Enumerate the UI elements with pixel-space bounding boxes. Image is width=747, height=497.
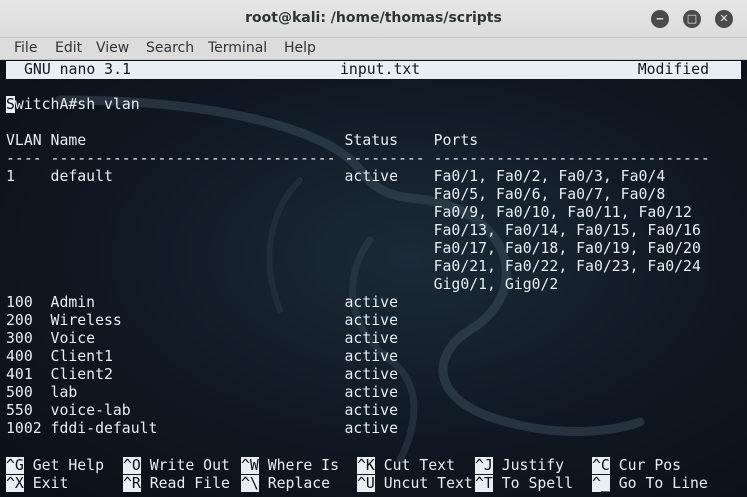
text-line[interactable]: 1002 fddi-default active (6, 420, 398, 438)
shortcut-replace[interactable]: ^\ Replace (241, 475, 330, 493)
window-title: root@kali: /home/thomas/scripts (245, 10, 502, 26)
minimize-button[interactable]: ‒ (651, 10, 669, 28)
text-line[interactable]: 500 lab active (6, 384, 398, 402)
terminal-area[interactable]: GNU nano 3.1 input.txt Modified SwitchA#… (0, 60, 747, 497)
text-line[interactable]: 300 Voice active (6, 330, 398, 348)
shortcut-cur-pos[interactable]: ^C Cur Pos (592, 457, 681, 475)
shortcut-go-to-line[interactable]: ^_ Go To Line (592, 475, 708, 493)
menu-terminal[interactable]: Terminal (208, 40, 267, 56)
terminal-window: root@kali: /home/thomas/scripts ‒ □ ✕ Fi… (0, 0, 747, 497)
menu-view[interactable]: View (96, 40, 129, 56)
menu-edit[interactable]: Edit (55, 40, 82, 56)
shortcut-to-spell[interactable]: ^T To Spell (475, 475, 573, 493)
maximize-button[interactable]: □ (683, 10, 701, 28)
text-line[interactable]: Fa0/17, Fa0/18, Fa0/19, Fa0/20 (6, 240, 701, 258)
menu-help[interactable]: Help (284, 40, 316, 56)
shortcut-justify[interactable]: ^J Justify (475, 457, 564, 475)
text-line[interactable]: Fa0/13, Fa0/14, Fa0/15, Fa0/16 (6, 222, 701, 240)
shortcut-where-is[interactable]: ^W Where Is (241, 457, 339, 475)
shortcut-read-file[interactable]: ^R Read File (123, 475, 230, 493)
title-bar[interactable]: root@kali: /home/thomas/scripts ‒ □ ✕ (0, 0, 747, 38)
text-line[interactable]: Fa0/9, Fa0/10, Fa0/11, Fa0/12 (6, 204, 692, 222)
text-line[interactable]: 1 default active Fa0/1, Fa0/2, Fa0/3, Fa… (6, 168, 665, 186)
file-name: input.txt (340, 61, 421, 78)
text-line[interactable]: Fa0/21, Fa0/22, Fa0/23, Fa0/24 (6, 258, 701, 276)
menu-bar: File Edit View Search Terminal Help (0, 38, 747, 60)
text-line[interactable]: ---- -------------------------------- --… (6, 150, 710, 168)
text-line[interactable]: Gig0/1, Gig0/2 (6, 276, 559, 294)
text-line-1[interactable]: SwitchA#sh vlan (6, 96, 140, 114)
shortcut-uncut-text[interactable]: ^U Uncut Text (357, 475, 473, 493)
text-cursor: S (6, 96, 15, 113)
menu-file[interactable]: File (14, 40, 37, 56)
file-state: Modified (637, 61, 709, 78)
close-button[interactable]: ✕ (715, 10, 733, 28)
text-line[interactable]: Fa0/5, Fa0/6, Fa0/7, Fa0/8 (6, 186, 666, 204)
text-line[interactable]: 100 Admin active (6, 294, 398, 312)
text-line[interactable]: 400 Client1 active (6, 348, 398, 366)
shortcut-get-help[interactable]: ^G Get Help (6, 457, 104, 475)
menu-search[interactable]: Search (146, 40, 194, 56)
nano-version: GNU nano 3.1 (24, 61, 131, 78)
shortcut-exit[interactable]: ^X Exit (6, 475, 68, 493)
text-line[interactable]: 401 Client2 active (6, 366, 398, 384)
text-line[interactable]: VLAN Name Status Ports (6, 132, 478, 150)
nano-status-bar: GNU nano 3.1 input.txt Modified (6, 61, 741, 79)
text-line[interactable]: 550 voice-lab active (6, 402, 398, 420)
text-line[interactable]: 200 Wireless active (6, 312, 398, 330)
shortcut-cut-text[interactable]: ^K Cut Text (357, 457, 455, 475)
shortcut-write-out[interactable]: ^O Write Out (123, 457, 230, 475)
